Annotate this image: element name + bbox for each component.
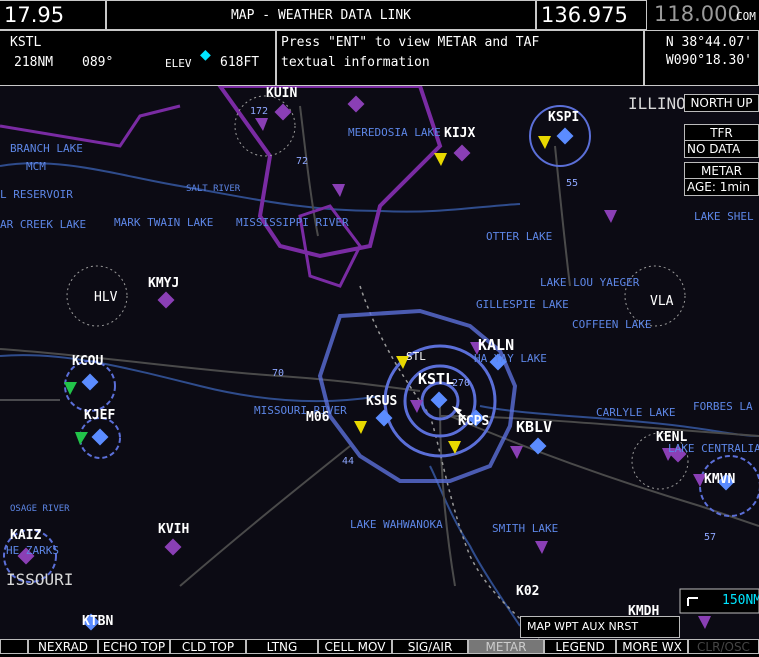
airport-label[interactable]: K02 [516, 584, 539, 599]
water-label: FORBES LA [693, 400, 753, 413]
highway-shield: 72 [296, 156, 309, 167]
longitude: W090°18.30' [665, 53, 752, 68]
highway-shield: 44 [342, 456, 355, 467]
water-label: LAKE LOU YAEGER [540, 276, 640, 289]
airport-label[interactable]: M06 [306, 410, 329, 425]
softkey-cell-mov[interactable]: CELL MOV [318, 639, 392, 654]
airport-label[interactable]: KIJX [444, 126, 475, 141]
water-label: CARLYLE LAKE [596, 406, 676, 419]
com-label: COM [736, 10, 756, 23]
water-label: LAKE SHEL [694, 210, 754, 223]
tfr-label-box: TFR [684, 124, 759, 141]
metar-label-box: METAR [684, 162, 759, 179]
elev-value: 618FT [220, 55, 260, 70]
water-label: GILLESPIE LAKE [476, 298, 569, 311]
com-standby-box: 118.000 COM [650, 0, 759, 30]
airport-label[interactable]: KSUS [366, 394, 397, 409]
map-range[interactable]: 150NM [722, 593, 759, 608]
page-title: MAP - WEATHER DATA LINK [230, 8, 411, 23]
softkey-clr-osc[interactable]: CLR/OSC [688, 639, 759, 654]
water-label: SALT RIVER [186, 184, 241, 194]
highway-shield: 270 [452, 378, 471, 389]
airport-label[interactable]: KCOU [72, 354, 103, 369]
airport-label[interactable]: KTBN [82, 614, 113, 629]
state-label: ISSOURI [6, 570, 74, 589]
softkey-sig-air[interactable]: SIG/AIR [392, 639, 468, 654]
softkey-metar[interactable]: METAR [468, 639, 544, 654]
softkey-cld-top[interactable]: CLD TOP [170, 639, 246, 654]
softkey-more-wx[interactable]: MORE WX [616, 639, 688, 654]
softkey-bar: NEXRAD ECHO TOP CLD TOP LTNG CELL MOV SI… [0, 639, 759, 654]
airport-label[interactable]: KAIZ [10, 528, 41, 543]
elev-label: ELEV [165, 57, 192, 70]
softkey-echo-top[interactable]: ECHO TOP [98, 639, 170, 654]
waypoint-id: KSTL [10, 35, 42, 50]
page-title-box: MAP - WEATHER DATA LINK [106, 0, 536, 30]
highway-shield: 70 [272, 368, 285, 379]
water-label: HE ZARKS [6, 544, 59, 557]
state-label: ILLINO [628, 94, 686, 113]
water-label: OTTER LAKE [486, 230, 553, 243]
top-status-bar: 17.95 MAP - WEATHER DATA LINK 136.975 11… [0, 0, 759, 86]
water-label: MISSOURI RIVER [254, 404, 347, 417]
airport-label[interactable]: KCPS [458, 414, 489, 429]
airport-label[interactable]: KUIN [266, 86, 297, 101]
water-label: L RESERVOIR [0, 188, 73, 201]
diamond-icon: ◆ [200, 44, 211, 65]
message-line-2: textual information [281, 55, 430, 70]
page-group-indicator: MAP WPT AUX NRST ▫▫■▫ [520, 616, 680, 653]
water-label: AR CREEK LAKE [0, 218, 87, 231]
airport-label[interactable]: KJEF [84, 408, 115, 423]
softkey-blank[interactable] [0, 639, 28, 654]
airport-label[interactable]: HLV [94, 290, 117, 305]
airport-label[interactable]: KSPI [548, 110, 579, 125]
waypoint-distance: 218NM [14, 55, 54, 70]
highway-shield: 172 [250, 106, 269, 117]
standby-com-frequency[interactable]: 118.000 [654, 2, 741, 26]
water-label: SMITH LAKE [492, 522, 559, 535]
water-label: MEREDOSIA LAKE [348, 126, 441, 139]
waypoint-info-box: KSTL ◆ 218NM 089° ELEV 618FT [0, 30, 276, 86]
metar-age: AGE: 1min [684, 178, 759, 196]
com-active-box: 136.975 [536, 0, 647, 30]
airport-label[interactable]: KALN [478, 336, 514, 354]
airport-label[interactable]: VLA [650, 294, 673, 309]
water-label: COFFEEN LAKE [572, 318, 652, 331]
page-group-label: MAP WPT AUX NRST [527, 620, 639, 633]
message-box: Press "ENT" to view METAR and TAF textua… [276, 30, 644, 86]
airport-label[interactable]: KMYJ [148, 276, 179, 291]
weather-map[interactable]: BRANCH LAKE MCM L RESERVOIR SALT RIVER A… [0, 86, 759, 639]
water-label: LAKE WAHWANOKA [350, 518, 443, 531]
airport-label[interactable]: KBLV [516, 418, 552, 436]
tfr-status: NO DATA [684, 140, 759, 158]
water-label: MARK TWAIN LAKE [114, 216, 214, 229]
highway-shield: 55 [566, 178, 579, 189]
position-box: N 38°44.07' W090°18.30' [644, 30, 759, 86]
airport-label[interactable]: KVIH [158, 522, 189, 537]
softkey-ltng[interactable]: LTNG [246, 639, 318, 654]
softkey-legend[interactable]: LEGEND [544, 639, 616, 654]
message-line-1: Press "ENT" to view METAR and TAF [281, 35, 540, 50]
water-label: STL [406, 350, 426, 363]
active-com-frequency[interactable]: 136.975 [541, 3, 628, 27]
orientation-button[interactable]: NORTH UP [684, 94, 759, 112]
airport-label[interactable]: KMVN [704, 472, 735, 487]
water-label: BRANCH LAKE [10, 142, 83, 155]
water-label: OSAGE RIVER [10, 504, 70, 514]
highway-shield: 57 [704, 532, 717, 543]
nav-frequency-box: 17.95 [0, 0, 106, 30]
map-graphics [0, 86, 759, 639]
waypoint-bearing: 089° [82, 55, 114, 70]
airport-label[interactable]: KENL [656, 430, 687, 445]
softkey-nexrad[interactable]: NEXRAD [28, 639, 98, 654]
water-label: MCM [26, 160, 46, 173]
water-label: MISSISSIPPI RIVER [236, 216, 349, 229]
airport-label[interactable]: KSTL [418, 370, 454, 388]
active-nav-frequency[interactable]: 17.95 [4, 3, 64, 27]
latitude: N 38°44.07' [665, 35, 752, 50]
